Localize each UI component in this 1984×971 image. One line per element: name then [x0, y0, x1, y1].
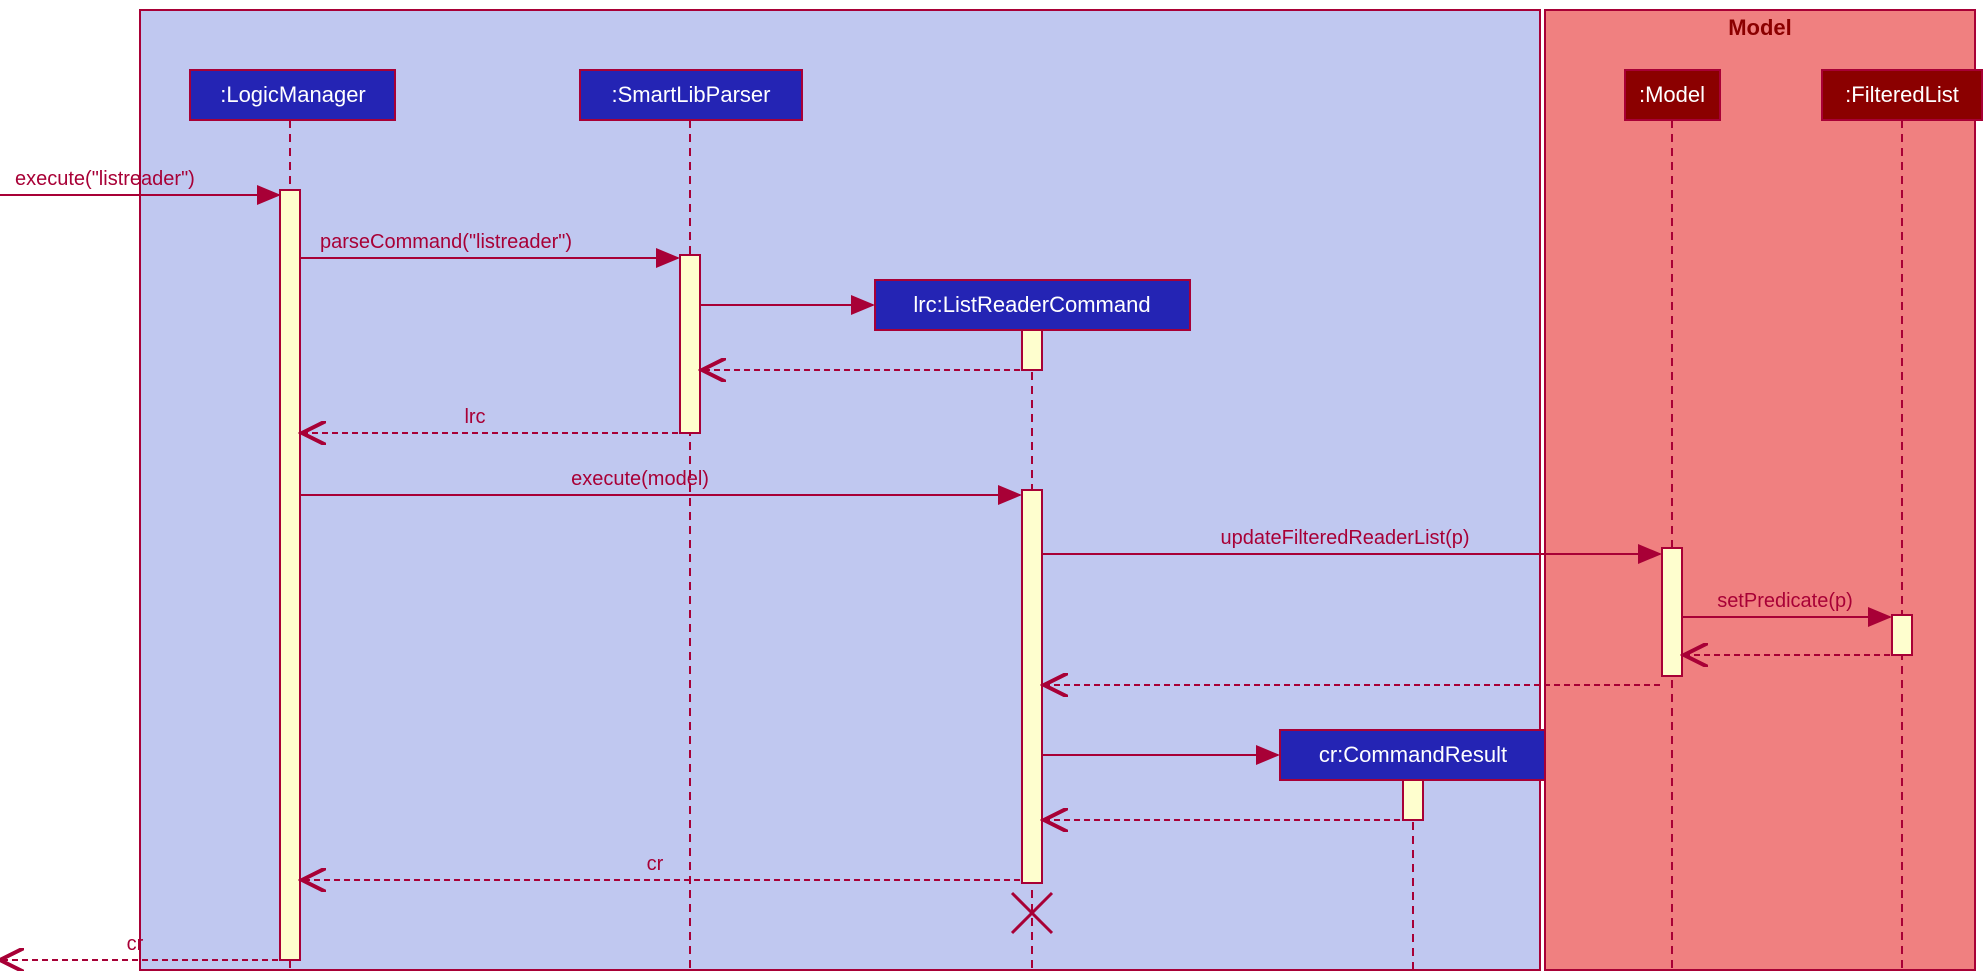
logic-frame-title: Logic: [796, 15, 855, 40]
logic-manager-activation: [280, 190, 300, 960]
list-reader-command-label: lrc:ListReaderCommand: [913, 292, 1150, 317]
msg-execute-label: execute("listreader"): [15, 168, 195, 190]
msg-execute-model-label: execute(model): [571, 468, 709, 490]
model-frame: [1545, 10, 1975, 970]
sequence-diagram: Logic Model :LogicManager :SmartLibParse…: [0, 0, 1984, 971]
logic-frame: [140, 10, 1540, 970]
logic-manager-label: :LogicManager: [220, 82, 366, 107]
list-reader-command-activation-2: [1022, 490, 1042, 883]
list-reader-command-activation-1: [1022, 330, 1042, 370]
msg-set-predicate-label: setPredicate(p): [1717, 590, 1853, 612]
filtered-list-label: :FilteredList: [1845, 82, 1959, 107]
command-result-label: cr:CommandResult: [1319, 742, 1507, 767]
smartlib-parser-activation: [680, 255, 700, 433]
filtered-list-activation: [1892, 615, 1912, 655]
model-label: :Model: [1639, 82, 1705, 107]
msg-return-lrc-label: lrc: [464, 406, 485, 428]
command-result-activation: [1403, 780, 1423, 820]
msg-return-cr-label: cr: [647, 853, 664, 875]
msg-update-filtered-label: updateFilteredReaderList(p): [1220, 527, 1469, 549]
model-activation: [1662, 548, 1682, 676]
model-frame-title: Model: [1728, 15, 1792, 40]
msg-cr-out-label: cr: [127, 933, 144, 955]
smartlib-parser-label: :SmartLibParser: [612, 82, 771, 107]
msg-parse-command-label: parseCommand("listreader"): [320, 231, 572, 253]
